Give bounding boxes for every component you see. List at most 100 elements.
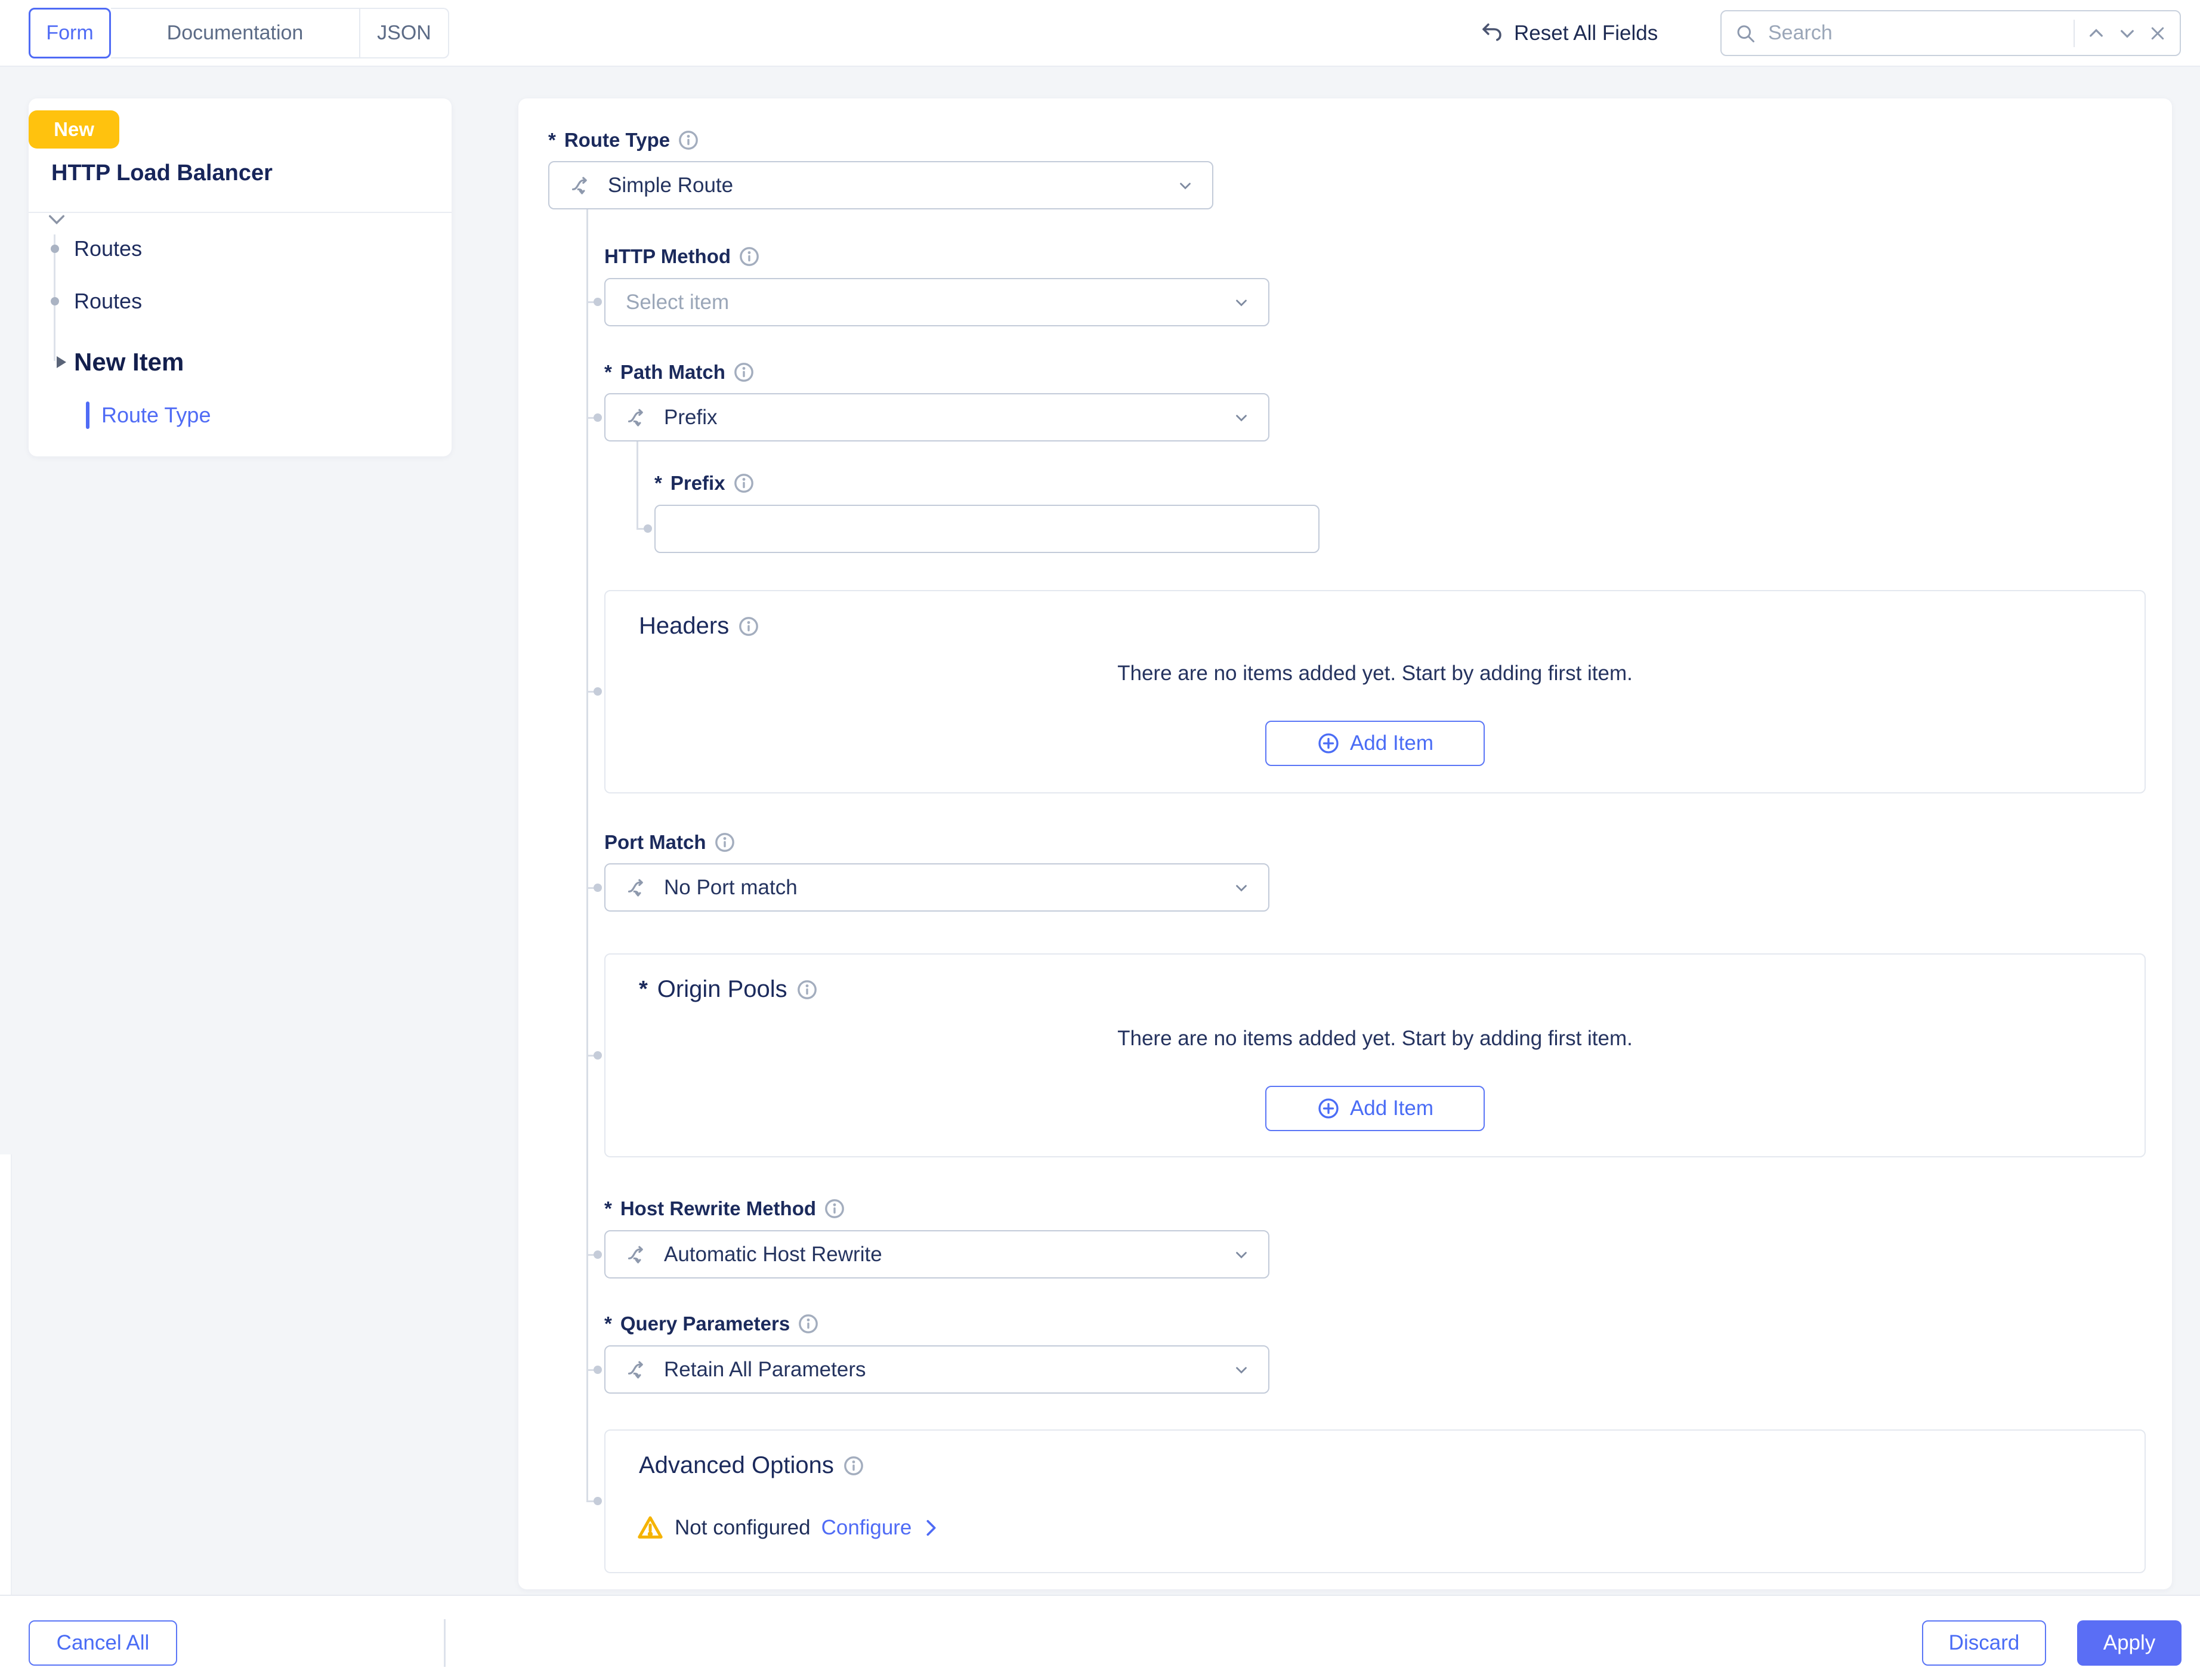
- plus-circle-icon: [1317, 731, 1340, 755]
- origin-pools-empty-text: There are no items added yet. Start by a…: [605, 1027, 2145, 1051]
- origin-pools-add-item-label: Add Item: [1350, 1097, 1433, 1120]
- active-item-bar: [86, 402, 89, 429]
- info-icon: [734, 362, 754, 382]
- chevron-down-icon: [1232, 879, 1250, 897]
- path-match-value: Prefix: [664, 406, 717, 430]
- advanced-options-title-row: Advanced Options: [639, 1452, 864, 1479]
- origin-pools-section: * Origin Pools There are no items added …: [604, 953, 2146, 1157]
- tree-node-dot: [594, 1051, 602, 1060]
- advanced-options-title: Advanced Options: [639, 1452, 834, 1479]
- apply-button[interactable]: Apply: [2077, 1620, 2182, 1666]
- headers-add-item-label: Add Item: [1350, 731, 1433, 755]
- info-icon: [739, 246, 759, 267]
- cancel-all-button[interactable]: Cancel All: [29, 1620, 177, 1666]
- advanced-configure-link[interactable]: Configure: [821, 1516, 912, 1540]
- sidebar-item-route-type[interactable]: Route Type: [101, 402, 211, 429]
- tab-documentation[interactable]: Documentation: [111, 8, 360, 58]
- tree-node-dot: [594, 884, 602, 892]
- required-marker: *: [604, 361, 612, 384]
- http-method-label-row: HTTP Method: [604, 243, 759, 270]
- prefix-label-row: * Prefix: [654, 470, 754, 496]
- branch-icon: [626, 406, 648, 429]
- chevron-down-icon: [1232, 1246, 1250, 1264]
- info-icon: [798, 1314, 818, 1334]
- tab-form[interactable]: Form: [29, 8, 111, 58]
- host-rewrite-select[interactable]: Automatic Host Rewrite: [604, 1230, 1269, 1278]
- search-next-icon[interactable]: [2118, 24, 2137, 43]
- page-title: HTTP Load Balancer: [51, 160, 273, 186]
- info-icon: [678, 130, 699, 150]
- origin-pools-title-row: * Origin Pools: [639, 976, 817, 1003]
- route-type-select[interactable]: Simple Route: [548, 161, 1213, 209]
- search-close-icon[interactable]: [2149, 24, 2167, 42]
- sidebar-item-new-item[interactable]: New Item: [74, 347, 184, 378]
- tree-node-dot: [594, 298, 602, 306]
- form-subtree-connector: [636, 441, 638, 530]
- info-icon: [824, 1199, 845, 1219]
- sidebar-item-routes-1[interactable]: Routes: [74, 236, 142, 262]
- collapsed-panel-edge: [0, 1154, 12, 1595]
- query-params-label: Query Parameters: [620, 1312, 790, 1335]
- path-match-select[interactable]: Prefix: [604, 393, 1269, 441]
- port-match-value: No Port match: [664, 876, 798, 900]
- origin-pools-title: Origin Pools: [657, 976, 787, 1003]
- undo-icon: [1479, 21, 1504, 46]
- info-icon: [843, 1456, 864, 1476]
- required-marker: *: [654, 472, 662, 495]
- port-match-select[interactable]: No Port match: [604, 863, 1269, 912]
- plus-circle-icon: [1317, 1097, 1340, 1120]
- search-input[interactable]: [1768, 21, 2062, 45]
- sidebar-item-routes-2[interactable]: Routes: [74, 288, 142, 314]
- headers-title: Headers: [639, 613, 729, 640]
- tree-expand-arrow-icon[interactable]: [57, 356, 66, 368]
- search-prev-icon[interactable]: [2087, 24, 2106, 43]
- tab-json[interactable]: JSON: [360, 8, 449, 58]
- collapse-caret-icon[interactable]: [47, 213, 67, 226]
- view-tabs: Form Documentation JSON: [29, 8, 449, 58]
- tree-node-dot: [594, 413, 602, 422]
- reset-all-fields-label: Reset All Fields: [1514, 21, 1658, 45]
- tree-node-dot: [594, 1497, 602, 1505]
- discard-button[interactable]: Discard: [1922, 1620, 2046, 1666]
- branch-icon: [626, 1358, 648, 1381]
- http-method-select[interactable]: Select item: [604, 278, 1269, 326]
- required-marker: *: [548, 129, 556, 152]
- tree-bullet: [51, 297, 59, 305]
- advanced-status-text: Not configured: [675, 1516, 811, 1540]
- path-match-label-row: * Path Match: [604, 359, 754, 385]
- top-toolbar: Form Documentation JSON Reset All Fields: [0, 0, 2200, 67]
- branch-icon: [626, 1243, 648, 1266]
- route-type-value: Simple Route: [608, 174, 733, 197]
- advanced-options-section: Advanced Options Not configured Configur…: [604, 1429, 2146, 1573]
- search-divider: [2074, 20, 2075, 47]
- query-params-label-row: * Query Parameters: [604, 1311, 818, 1337]
- headers-add-item-button[interactable]: Add Item: [1265, 721, 1485, 766]
- chevron-right-icon[interactable]: [922, 1518, 940, 1538]
- tree-node-dot: [594, 687, 602, 696]
- object-tree-panel: New HTTP Load Balancer Routes Routes New…: [29, 98, 452, 456]
- route-type-label-row: * Route Type: [548, 127, 699, 153]
- path-match-label: Path Match: [620, 361, 725, 384]
- host-rewrite-label: Host Rewrite Method: [620, 1197, 816, 1220]
- host-rewrite-value: Automatic Host Rewrite: [664, 1243, 882, 1267]
- headers-empty-text: There are no items added yet. Start by a…: [605, 662, 2145, 685]
- http-method-placeholder: Select item: [626, 291, 729, 314]
- required-marker: *: [639, 977, 648, 1002]
- origin-pools-add-item-button[interactable]: Add Item: [1265, 1086, 1485, 1131]
- info-icon: [797, 980, 817, 1000]
- search-box: [1720, 10, 2181, 56]
- tree-node-dot: [594, 1366, 602, 1374]
- info-icon: [715, 832, 735, 853]
- chevron-down-icon: [1232, 294, 1250, 311]
- footer-divider: [444, 1619, 446, 1667]
- prefix-input[interactable]: [654, 505, 1320, 553]
- chevron-down-icon: [1176, 177, 1194, 194]
- query-params-select[interactable]: Retain All Parameters: [604, 1345, 1269, 1394]
- tree-bullet: [51, 245, 59, 253]
- chevron-down-icon: [1232, 1361, 1250, 1379]
- route-form-panel: * Route Type Simple Route HTTP Method Se…: [518, 98, 2172, 1589]
- tree-node-dot: [644, 524, 652, 533]
- sidebar-divider: [29, 212, 452, 213]
- reset-all-fields-button[interactable]: Reset All Fields: [1479, 0, 1658, 67]
- info-icon: [734, 473, 754, 493]
